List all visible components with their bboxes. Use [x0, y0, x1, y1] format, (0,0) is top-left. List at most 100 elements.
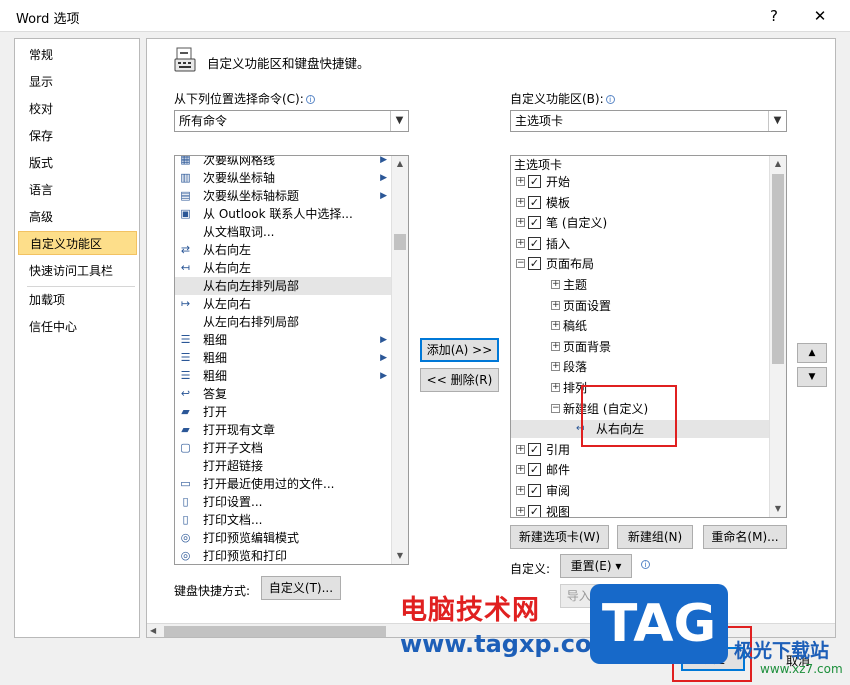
scroll-up-icon[interactable]: ▲: [770, 156, 786, 172]
tree-scrollbar[interactable]: ▲ ▼: [769, 156, 786, 517]
tree-item[interactable]: + ✓ 开始: [511, 172, 769, 192]
command-item[interactable]: ☰ 粗细 ▶: [175, 367, 391, 385]
scroll-thumb[interactable]: [772, 174, 784, 364]
move-up-button[interactable]: ▲: [797, 343, 827, 363]
commands-list[interactable]: ▦ 次要纵网格线 ▶ ▥ 次要纵坐标轴 ▶ ▤ 次要纵坐标轴标题 ▶ ▣ 从 Outlook 联系人…: [174, 155, 409, 565]
expand-icon[interactable]: +: [516, 218, 525, 228]
tree-item[interactable]: + ✓ 模板: [511, 193, 769, 213]
scroll-left-icon[interactable]: ◀: [150, 626, 156, 635]
remove-button[interactable]: << 删除(R): [420, 368, 499, 392]
new-tab-button[interactable]: 新建选项卡(W): [510, 525, 609, 549]
collapse-icon[interactable]: −: [551, 403, 560, 413]
rename-button[interactable]: 重命名(M)...: [703, 525, 787, 549]
expand-icon[interactable]: +: [551, 280, 560, 289]
move-down-button[interactable]: ▼: [797, 367, 827, 387]
command-item[interactable]: ▢ 打开子文档: [175, 439, 391, 457]
tree-item[interactable]: + ✓ 笔 (自定义): [511, 213, 769, 233]
tree-item[interactable]: + ✓ 审阅: [511, 481, 769, 501]
tab-checkbox[interactable]: ✓: [528, 504, 541, 517]
expand-icon[interactable]: +: [551, 341, 560, 351]
command-item[interactable]: ▯ 打印文档...: [175, 511, 391, 529]
scroll-thumb[interactable]: [164, 626, 386, 637]
expand-icon[interactable]: +: [551, 362, 560, 372]
command-item[interactable]: ▯ 打印设置...: [175, 493, 391, 511]
tree-item[interactable]: − ✓ 页面布局: [511, 254, 769, 274]
reset-button[interactable]: 重置(E) ▾: [560, 554, 632, 578]
expand-icon[interactable]: +: [516, 506, 525, 516]
nav-item-save[interactable]: 保存: [18, 124, 137, 148]
tree-item[interactable]: + ✓ 视图: [511, 502, 769, 517]
nav-item-typography[interactable]: 版式: [18, 151, 137, 175]
tree-item[interactable]: + ✓ 插入: [511, 234, 769, 254]
expand-icon[interactable]: +: [551, 300, 560, 310]
customize-ribbon-select[interactable]: 主选项卡 ▼: [510, 110, 787, 132]
commands-scrollbar[interactable]: ▲ ▼: [391, 156, 408, 564]
new-group-button[interactable]: 新建组(N): [617, 525, 693, 549]
axis-icon: ▥: [180, 171, 191, 184]
ribbon-tree[interactable]: 主选项卡 + ✓ 开始 + ✓ 模板 + ✓ 笔 (自定义) + ✓ 插入 − ✓ 页面布局 + 主题 + 页面设置…: [510, 155, 787, 518]
tab-checkbox[interactable]: ✓: [528, 442, 541, 456]
command-item[interactable]: ▭ 打开最近使用过的文件...: [175, 475, 391, 493]
scroll-down-icon[interactable]: ▼: [392, 548, 408, 564]
chevron-down-icon[interactable]: ▼: [390, 111, 408, 131]
scroll-thumb[interactable]: [394, 234, 406, 250]
keyboard-customize-button[interactable]: 自定义(T)...: [261, 576, 341, 600]
tab-checkbox[interactable]: ✓: [528, 463, 541, 477]
nav-item-language[interactable]: 语言: [18, 178, 137, 202]
help-button[interactable]: ?: [760, 4, 788, 28]
command-item[interactable]: ◎ 打印预览编辑模式: [175, 529, 391, 547]
add-button[interactable]: 添加(A) >>: [420, 338, 499, 362]
tab-checkbox[interactable]: ✓: [528, 175, 541, 188]
nav-item-addins[interactable]: 加载项: [18, 288, 137, 312]
command-item[interactable]: 从文档取词...: [175, 223, 391, 241]
nav-item-customize-ribbon[interactable]: 自定义功能区: [18, 231, 137, 255]
command-item[interactable]: ↤ 从右向左: [175, 259, 391, 277]
tree-item[interactable]: + ✓ 邮件: [511, 460, 769, 480]
expand-icon[interactable]: +: [516, 444, 525, 454]
nav-item-general[interactable]: 常规: [18, 43, 137, 67]
command-item[interactable]: ↦ 从左向右: [175, 295, 391, 313]
expand-icon[interactable]: +: [516, 238, 525, 248]
command-item[interactable]: 从左向右排列局部: [175, 313, 391, 331]
tree-item[interactable]: + 稿纸: [511, 316, 769, 336]
command-item[interactable]: ☰ 粗细 ▶: [175, 349, 391, 367]
tree-item[interactable]: + 段落: [511, 357, 769, 377]
tab-checkbox[interactable]: ✓: [528, 216, 541, 230]
choose-commands-select[interactable]: 所有命令 ▼: [174, 110, 409, 132]
expand-icon[interactable]: +: [551, 383, 560, 392]
nav-item-quick-access[interactable]: 快速访问工具栏: [18, 259, 137, 283]
command-item[interactable]: ▣ 从 Outlook 联系人中选择...: [175, 205, 391, 223]
expand-icon[interactable]: +: [551, 321, 560, 331]
chevron-down-icon[interactable]: ▼: [768, 111, 786, 131]
collapse-icon[interactable]: −: [516, 259, 525, 269]
command-item[interactable]: ▦ 次要纵网格线 ▶: [175, 156, 391, 169]
expand-icon[interactable]: +: [516, 486, 525, 495]
tab-checkbox[interactable]: ✓: [528, 484, 541, 497]
nav-item-proofing[interactable]: 校对: [18, 97, 137, 121]
tree-item[interactable]: + 主题: [511, 275, 769, 295]
scroll-down-icon[interactable]: ▼: [770, 501, 786, 517]
command-item[interactable]: ▤ 次要纵坐标轴标题 ▶: [175, 187, 391, 205]
command-item[interactable]: ▥ 次要纵坐标轴 ▶: [175, 169, 391, 187]
tab-checkbox[interactable]: ✓: [528, 236, 541, 250]
command-item[interactable]: ↩ 答复: [175, 385, 391, 403]
nav-item-trust-center[interactable]: 信任中心: [18, 315, 137, 339]
tree-item[interactable]: + 页面背景: [511, 337, 769, 357]
command-item[interactable]: ⇄ 从右向左: [175, 241, 391, 259]
tab-checkbox[interactable]: ✓: [528, 195, 541, 209]
tab-checkbox[interactable]: ✓: [528, 257, 541, 271]
close-button[interactable]: ✕: [806, 4, 834, 28]
expand-icon[interactable]: +: [516, 465, 525, 475]
nav-item-display[interactable]: 显示: [18, 70, 137, 94]
command-item[interactable]: ▰ 打开: [175, 403, 391, 421]
command-item[interactable]: ☰ 粗细 ▶: [175, 331, 391, 349]
command-item[interactable]: ◎ 打印预览和打印: [175, 547, 391, 564]
command-item[interactable]: 打开超链接: [175, 457, 391, 475]
command-item[interactable]: 从右向左排列局部: [175, 277, 391, 295]
expand-icon[interactable]: +: [516, 177, 525, 186]
command-item[interactable]: ▰ 打开现有文章: [175, 421, 391, 439]
expand-icon[interactable]: +: [516, 197, 525, 207]
tree-item[interactable]: + 页面设置: [511, 296, 769, 316]
scroll-up-icon[interactable]: ▲: [392, 156, 408, 172]
nav-item-advanced[interactable]: 高级: [18, 205, 137, 229]
